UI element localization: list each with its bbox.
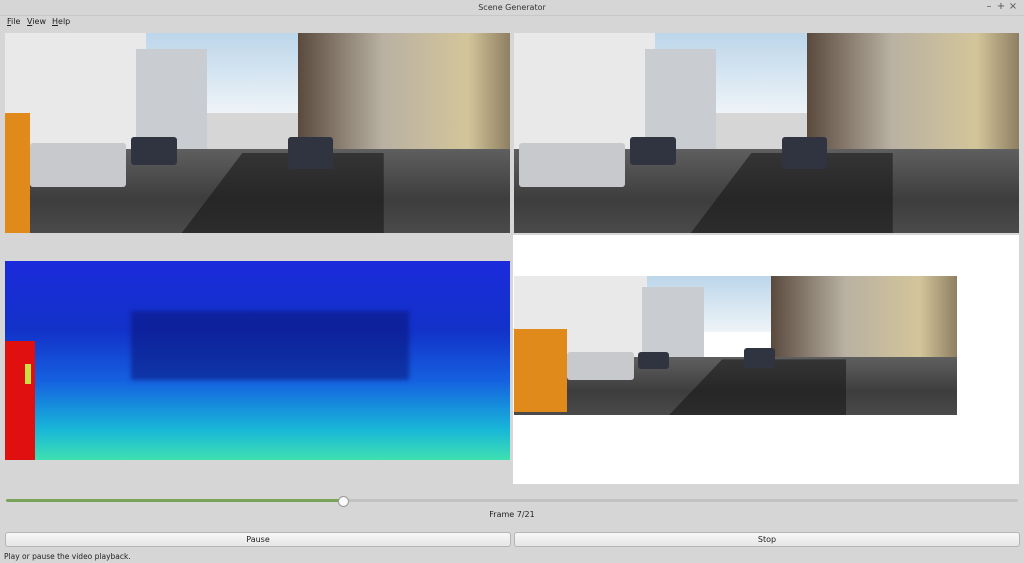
depth-map-image [5, 261, 510, 460]
stop-button[interactable]: Stop [514, 532, 1020, 547]
reprojected-image [514, 276, 957, 415]
left-camera-image [5, 33, 510, 233]
pause-button[interactable]: Pause [5, 532, 511, 547]
menu-bar: File View Help [0, 15, 1024, 28]
status-bar-text: Play or pause the video playback. [4, 552, 131, 561]
menu-file[interactable]: File [7, 17, 20, 26]
window-title: Scene Generator [478, 3, 546, 12]
right-camera-image [514, 33, 1019, 233]
playback-slider[interactable] [6, 496, 1018, 507]
slider-handle[interactable] [337, 496, 349, 507]
close-icon[interactable]: × [1007, 1, 1019, 13]
frame-counter: Frame 7/21 [489, 510, 535, 519]
menu-view[interactable]: View [27, 17, 46, 26]
minimize-icon[interactable]: – [983, 1, 995, 13]
playback-progress-fill [6, 499, 343, 502]
maximize-icon[interactable]: + [995, 1, 1007, 13]
window-titlebar: Scene Generator – + × [0, 0, 1024, 16]
menu-help[interactable]: Help [52, 17, 70, 26]
